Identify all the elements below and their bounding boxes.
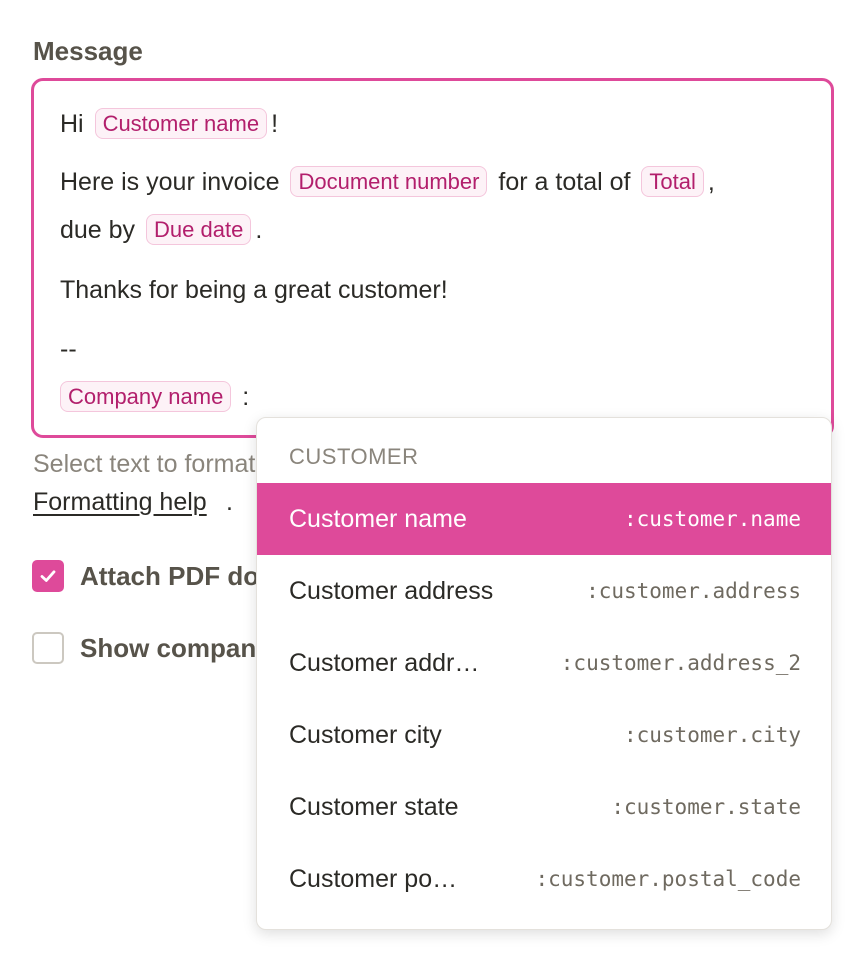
editor-line-signature-separator: -- (60, 335, 77, 363)
chip-total[interactable]: Total (641, 166, 704, 197)
checkmark-icon (40, 570, 56, 582)
chip-company-name[interactable]: Company name (60, 381, 232, 412)
dropdown-item-customer-address[interactable]: Customer address :customer.address (257, 555, 831, 627)
trigger-char-text: : (242, 383, 250, 411)
editor-line-thanks: Thanks for being a great customer! (60, 276, 448, 304)
editor-line-invoice: Here is your invoice Document number for… (60, 166, 715, 198)
dropdown-item-name: Customer po… (289, 864, 458, 893)
dropdown-item-customer-address-2[interactable]: Customer addr… :customer.address_2 (257, 627, 831, 699)
editor-line-greeting: Hi Customer name! (60, 108, 278, 140)
formatting-help-period: . (226, 488, 233, 516)
formatting-helper-text: Select text to format (33, 450, 256, 478)
dropdown-item-name: Customer city (289, 720, 442, 749)
due-prefix-text: due by (60, 216, 136, 244)
editor-line-due: due by Due date. (60, 214, 262, 246)
editor-line-company: Company name : (60, 381, 249, 413)
greeting-text: Hi (60, 110, 84, 138)
chip-customer-name[interactable]: Customer name (94, 108, 268, 139)
message-editor[interactable]: Hi Customer name! Here is your invoice D… (31, 78, 834, 438)
dropdown-item-name: Customer addr… (289, 648, 480, 677)
dropdown-item-code: :customer.address (586, 579, 801, 603)
dropdown-item-customer-postal-code[interactable]: Customer po… :customer.postal_code (257, 843, 831, 915)
total-prefix-text: for a total of (498, 168, 631, 196)
dropdown-item-name: Customer state (289, 792, 459, 821)
due-period-text: . (255, 216, 263, 244)
placeholder-dropdown: CUSTOMER Customer name :customer.name Cu… (256, 417, 832, 930)
attach-pdf-checkbox[interactable] (32, 560, 64, 592)
chip-due-date[interactable]: Due date (146, 214, 252, 245)
dropdown-item-code: :customer.name (623, 507, 801, 531)
dropdown-item-customer-name[interactable]: Customer name :customer.name (257, 483, 831, 555)
dropdown-item-customer-state[interactable]: Customer state :customer.state (257, 771, 831, 843)
dropdown-item-customer-city[interactable]: Customer city :customer.city (257, 699, 831, 771)
dropdown-section-header: CUSTOMER (289, 444, 419, 469)
dropdown-item-code: :customer.address_2 (560, 651, 801, 675)
exclaim-text: ! (271, 110, 279, 138)
chip-document-number[interactable]: Document number (290, 166, 488, 197)
dropdown-item-code: :customer.postal_code (535, 867, 801, 891)
comma-text: , (707, 168, 715, 196)
message-label: Message (33, 36, 143, 66)
dropdown-item-code: :customer.city (623, 723, 801, 747)
dropdown-item-name: Customer name (289, 504, 467, 533)
dropdown-item-code: :customer.state (611, 795, 801, 819)
formatting-help-link[interactable]: Formatting help (33, 488, 207, 517)
dropdown-item-name: Customer address (289, 576, 494, 605)
invoice-prefix-text: Here is your invoice (60, 168, 280, 196)
show-company-checkbox[interactable] (32, 632, 64, 664)
